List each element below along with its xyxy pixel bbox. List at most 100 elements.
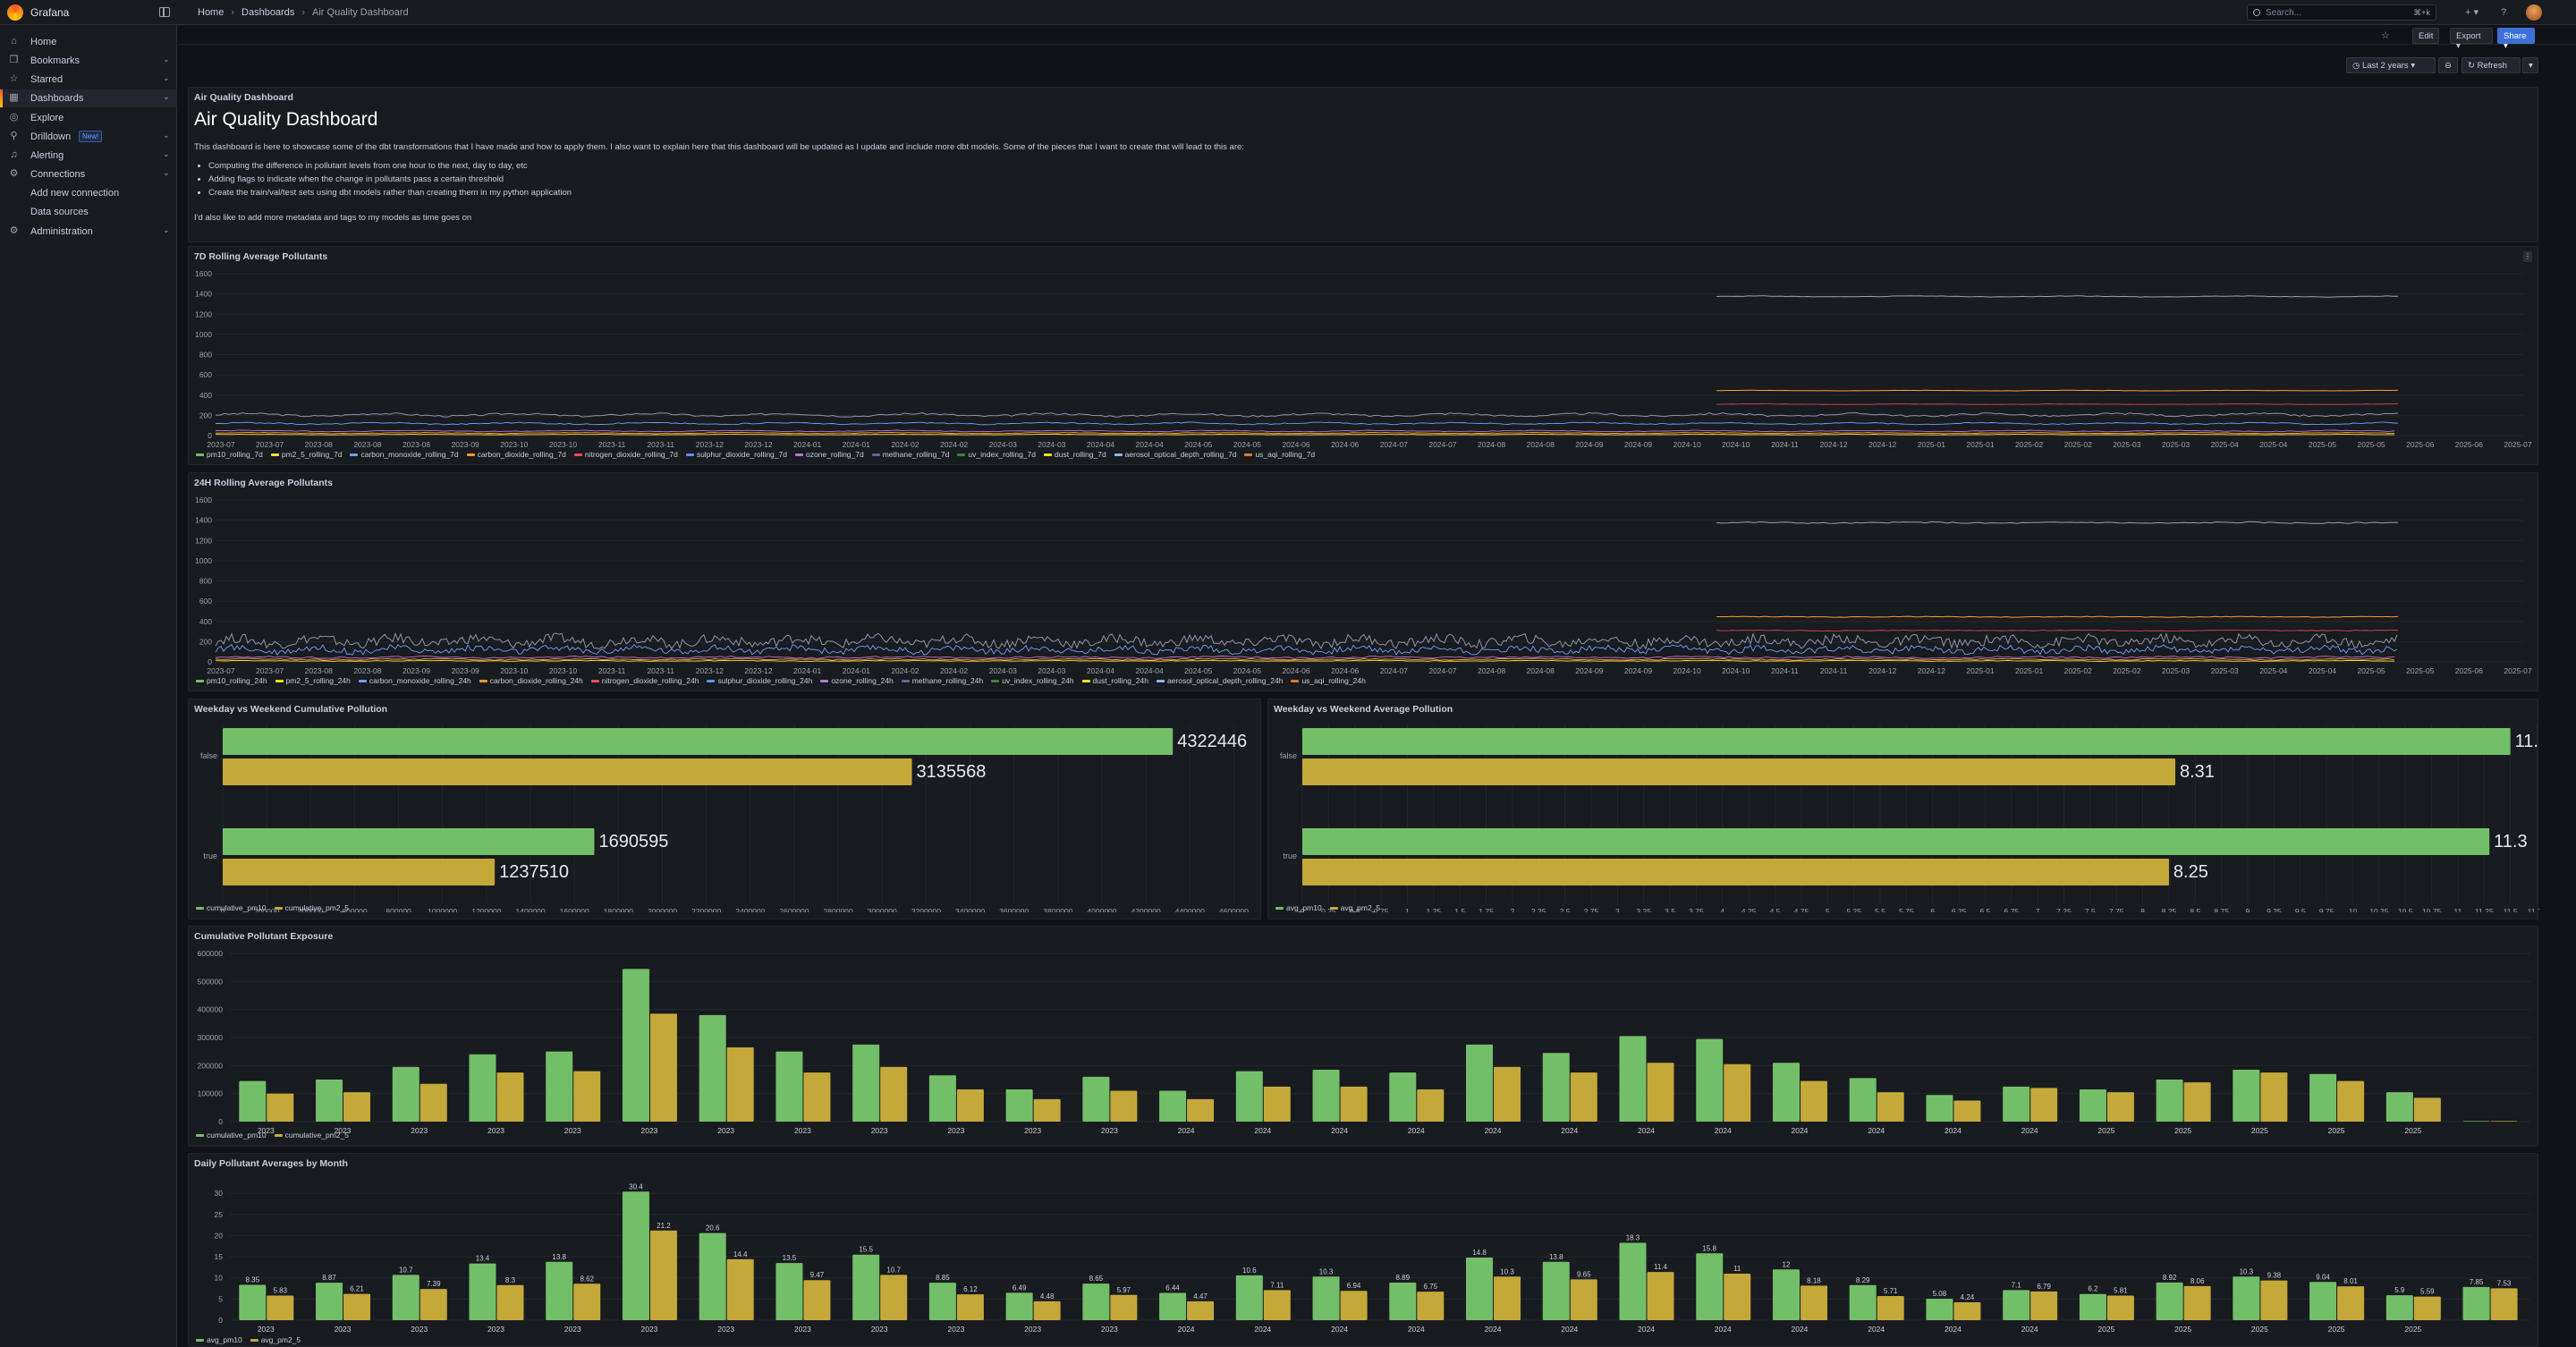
sidebar-item-data-sources[interactable]: Data sources bbox=[0, 203, 177, 221]
sidebar-item-administration[interactable]: ⚙ Administration ⌄ bbox=[0, 223, 177, 241]
sidebar-item-starred[interactable]: ☆ Starred ⌄ bbox=[0, 71, 177, 89]
bar[interactable] bbox=[852, 1044, 880, 1122]
bar[interactable] bbox=[267, 1093, 294, 1122]
bar[interactable] bbox=[1417, 1089, 1445, 1122]
bar[interactable] bbox=[649, 1230, 677, 1320]
bar[interactable] bbox=[1033, 1098, 1061, 1122]
bar[interactable] bbox=[1570, 1072, 1597, 1122]
bar[interactable] bbox=[1263, 1086, 1291, 1122]
legend-item[interactable]: pm10_rolling_7d bbox=[196, 450, 263, 459]
bar[interactable] bbox=[1849, 1284, 1877, 1320]
bar[interactable] bbox=[1849, 1078, 1877, 1122]
legend-item[interactable]: carbon_monoxide_rolling_7d bbox=[350, 450, 459, 459]
bar[interactable] bbox=[1724, 1063, 1751, 1122]
time-range-picker[interactable]: ◷ Last 2 years ▾ bbox=[2346, 57, 2436, 73]
legend-item[interactable]: avg_pm10 bbox=[1275, 903, 1322, 912]
bar[interactable] bbox=[649, 1013, 677, 1122]
bar[interactable] bbox=[343, 1293, 371, 1320]
bar[interactable] bbox=[1082, 1076, 1110, 1122]
bar[interactable] bbox=[699, 1014, 726, 1122]
bar[interactable] bbox=[343, 1092, 371, 1122]
cumulative-pollution-panel[interactable]: Weekday vs Weekend Cumulative Pollution … bbox=[188, 699, 1261, 919]
bar[interactable] bbox=[1494, 1066, 1521, 1122]
legend-item[interactable]: us_aqi_rolling_7d bbox=[1244, 450, 1315, 459]
bar[interactable] bbox=[316, 1283, 343, 1320]
bar[interactable] bbox=[1953, 1301, 1981, 1320]
bar[interactable] bbox=[2233, 1070, 2260, 1122]
timeseries-chart[interactable]: 160014001200100080060040020002023-07 2023… bbox=[189, 487, 2539, 684]
sidebar-item-add-new-connection[interactable]: Add new connection bbox=[0, 184, 177, 202]
bar[interactable] bbox=[316, 1080, 343, 1122]
breadcrumb-dashboards[interactable]: Dashboards bbox=[242, 7, 294, 18]
bar[interactable] bbox=[1647, 1063, 1674, 1122]
bar[interactable] bbox=[880, 1275, 908, 1320]
bar[interactable] bbox=[2337, 1286, 2365, 1320]
bar[interactable] bbox=[2490, 1121, 2518, 1122]
bar[interactable] bbox=[2337, 1080, 2365, 1122]
legend-item[interactable]: pm2_5_rolling_7d bbox=[270, 450, 342, 459]
bar[interactable] bbox=[1389, 1282, 1417, 1320]
chevron-down-icon[interactable]: ⌄ bbox=[163, 73, 170, 83]
bar[interactable] bbox=[2462, 1121, 2490, 1122]
legend-item[interactable]: nitrogen_dioxide_rolling_7d bbox=[573, 450, 678, 459]
bar[interactable] bbox=[2413, 1097, 2441, 1122]
bar[interactable] bbox=[803, 1280, 831, 1320]
bar[interactable] bbox=[1235, 1071, 1263, 1122]
bar[interactable] bbox=[1340, 1086, 1368, 1122]
legend-item[interactable]: avg_pm10 bbox=[196, 1335, 242, 1344]
bar[interactable] bbox=[2030, 1088, 2058, 1122]
bar[interactable] bbox=[496, 1284, 524, 1320]
bar[interactable] bbox=[1877, 1296, 1904, 1320]
bar[interactable] bbox=[546, 1051, 573, 1122]
bar[interactable] bbox=[1696, 1253, 1724, 1320]
legend-item[interactable]: pm2_5_rolling_24h bbox=[275, 676, 351, 685]
legend-item[interactable]: nitrogen_dioxide_rolling_24h bbox=[590, 676, 699, 685]
legend-item[interactable]: dust_rolling_7d bbox=[1044, 450, 1106, 459]
bar[interactable] bbox=[2030, 1291, 2058, 1320]
bar[interactable] bbox=[803, 1072, 831, 1122]
bar[interactable] bbox=[2156, 1080, 2183, 1122]
bar[interactable] bbox=[223, 828, 595, 855]
bar[interactable] bbox=[880, 1066, 908, 1122]
legend-item[interactable]: sulphur_dioxide_rolling_7d bbox=[685, 450, 787, 459]
bar[interactable] bbox=[726, 1046, 754, 1122]
bar[interactable] bbox=[1619, 1242, 1647, 1320]
bar[interactable] bbox=[1877, 1092, 1904, 1122]
bar[interactable] bbox=[1772, 1269, 1800, 1320]
legend-item[interactable]: methane_rolling_24h bbox=[901, 676, 983, 685]
bar[interactable] bbox=[419, 1289, 447, 1320]
bar[interactable] bbox=[2309, 1073, 2337, 1122]
bar[interactable] bbox=[1800, 1080, 1827, 1122]
ts-panel-7d[interactable]: 7D Rolling Average Pollutants ⋮ 1600 1400… bbox=[188, 246, 2538, 465]
bar[interactable] bbox=[2233, 1276, 2260, 1320]
bar[interactable] bbox=[1926, 1095, 1953, 1122]
legend-item[interactable]: ozone_rolling_24h bbox=[820, 676, 894, 685]
bar[interactable] bbox=[2462, 1286, 2490, 1320]
star-icon[interactable]: ☆ bbox=[2381, 30, 2390, 41]
edit-button[interactable]: Edit bbox=[2412, 28, 2439, 44]
chevron-down-icon[interactable]: ⌄ bbox=[163, 225, 170, 235]
bar[interactable] bbox=[419, 1083, 447, 1122]
bar[interactable] bbox=[1159, 1292, 1187, 1320]
bar[interactable] bbox=[622, 969, 649, 1122]
legend-item[interactable]: uv_index_rolling_24h bbox=[991, 676, 1074, 685]
bar[interactable] bbox=[1312, 1070, 1340, 1122]
bar[interactable] bbox=[2106, 1295, 2134, 1320]
bar[interactable] bbox=[1696, 1038, 1724, 1122]
sidebar-item-home[interactable]: ⌂ Home bbox=[0, 33, 177, 51]
bar[interactable] bbox=[469, 1054, 496, 1122]
breadcrumb-home[interactable]: Home bbox=[198, 7, 224, 18]
chevron-down-icon[interactable]: ⌄ bbox=[163, 168, 170, 178]
bar[interactable] bbox=[1263, 1290, 1291, 1320]
bar[interactable] bbox=[392, 1275, 419, 1320]
legend-item[interactable]: avg_pm2_5 bbox=[250, 1335, 301, 1344]
dock-menu-icon[interactable] bbox=[159, 7, 170, 17]
bar[interactable] bbox=[469, 1263, 496, 1320]
bar[interactable] bbox=[1800, 1285, 1827, 1320]
chevron-down-icon[interactable]: ⌄ bbox=[163, 149, 170, 159]
legend-item[interactable]: cumulative_pm2_5 bbox=[274, 903, 349, 912]
legend-item[interactable]: methane_rolling_7d bbox=[871, 450, 949, 459]
cumulative-exposure-panel[interactable]: Cumulative Pollutant Exposure 600000 5000… bbox=[188, 926, 2538, 1147]
sidebar-item-drilldown[interactable]: ⚲ Drilldown New! ⌄ bbox=[0, 128, 177, 146]
legend-item[interactable]: sulphur_dioxide_rolling_24h bbox=[707, 676, 812, 685]
